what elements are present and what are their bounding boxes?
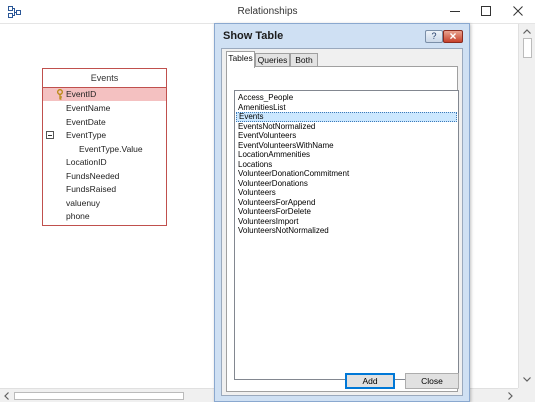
field-label: EventType.Value	[79, 143, 143, 154]
list-item[interactable]: EventVolunteersWithName	[236, 141, 457, 151]
dialog-body: Tables Queries Both Access_People Amenit…	[221, 48, 463, 396]
list-item[interactable]: VolunteersImport	[236, 217, 457, 227]
tab-panel-tables: Access_People AmenitiesList Events Event…	[226, 66, 459, 392]
tab-tables[interactable]: Tables	[226, 51, 255, 68]
dialog-title: Show Table	[223, 30, 284, 42]
list-item-selected[interactable]: Events	[236, 112, 457, 122]
field-item[interactable]: FundsNeeded	[43, 170, 166, 183]
field-item[interactable]: EventID	[43, 88, 166, 101]
field-item[interactable]: phone	[43, 210, 166, 223]
list-item[interactable]: VolunteerDonationCommitment	[236, 169, 457, 179]
show-table-dialog: Show Table ? Tables Queries Both Access_…	[214, 23, 470, 402]
list-item[interactable]: EventVolunteers	[236, 131, 457, 141]
list-item[interactable]: Volunteers	[236, 188, 457, 198]
app-titlebar: Relationships	[0, 0, 535, 24]
list-item[interactable]: Locations	[236, 160, 457, 170]
vertical-scroll-thumb[interactable]	[523, 38, 532, 58]
field-label: valuenuy	[66, 197, 101, 208]
field-label: EventDate	[66, 116, 106, 127]
scroll-down-icon[interactable]	[519, 371, 535, 387]
list-item[interactable]: VolunteersForDelete	[236, 207, 457, 217]
scrollbar-corner	[518, 388, 535, 402]
field-label: FundsNeeded	[66, 170, 120, 181]
field-item[interactable]: EventType	[43, 129, 166, 142]
field-item[interactable]: LocationID	[43, 156, 166, 169]
field-item[interactable]: valuenuy	[43, 197, 166, 210]
field-label: FundsRaised	[66, 184, 117, 194]
list-item[interactable]: VolunteersNotNormalized	[236, 226, 457, 236]
field-list-events[interactable]: Events EventID EventName EventDate Event…	[42, 68, 167, 226]
add-button[interactable]: Add	[345, 373, 395, 389]
field-label: EventType	[66, 130, 107, 140]
collapse-icon[interactable]	[46, 131, 54, 139]
help-button[interactable]: ?	[425, 30, 443, 43]
scroll-left-icon[interactable]	[0, 389, 14, 402]
tab-queries[interactable]: Queries	[255, 53, 290, 67]
close-icon	[449, 33, 457, 40]
close-button[interactable]: Close	[405, 373, 459, 389]
list-item[interactable]: EventsNotNormalized	[236, 122, 457, 132]
vertical-scrollbar[interactable]	[518, 24, 535, 388]
close-icon[interactable]	[511, 4, 525, 18]
list-item[interactable]: Access_People	[236, 93, 457, 103]
field-item[interactable]: EventType.Value	[43, 143, 166, 156]
tab-both[interactable]: Both	[290, 53, 318, 67]
table-listbox[interactable]: Access_People AmenitiesList Events Event…	[234, 90, 459, 380]
list-item[interactable]: AmenitiesList	[236, 103, 457, 113]
minimize-icon[interactable]	[448, 4, 462, 18]
list-item[interactable]: VolunteersForAppend	[236, 198, 457, 208]
field-label: EventName	[66, 103, 111, 113]
field-label: LocationID	[66, 157, 107, 167]
primary-key-icon	[57, 89, 63, 100]
horizontal-scroll-thumb[interactable]	[14, 392, 184, 400]
field-label: phone	[66, 211, 90, 221]
field-label: EventID	[66, 89, 97, 99]
dialog-close-button[interactable]	[443, 30, 463, 43]
field-item[interactable]: EventDate	[43, 116, 166, 129]
scroll-right-icon[interactable]	[503, 389, 517, 402]
list-item[interactable]: LocationAmmenities	[236, 150, 457, 160]
field-item[interactable]: EventName	[43, 102, 166, 115]
list-item[interactable]: VolunteerDonations	[236, 179, 457, 189]
field-item[interactable]: FundsRaised	[43, 183, 166, 196]
field-list-title[interactable]: Events	[43, 69, 166, 88]
maximize-icon[interactable]	[479, 4, 493, 18]
